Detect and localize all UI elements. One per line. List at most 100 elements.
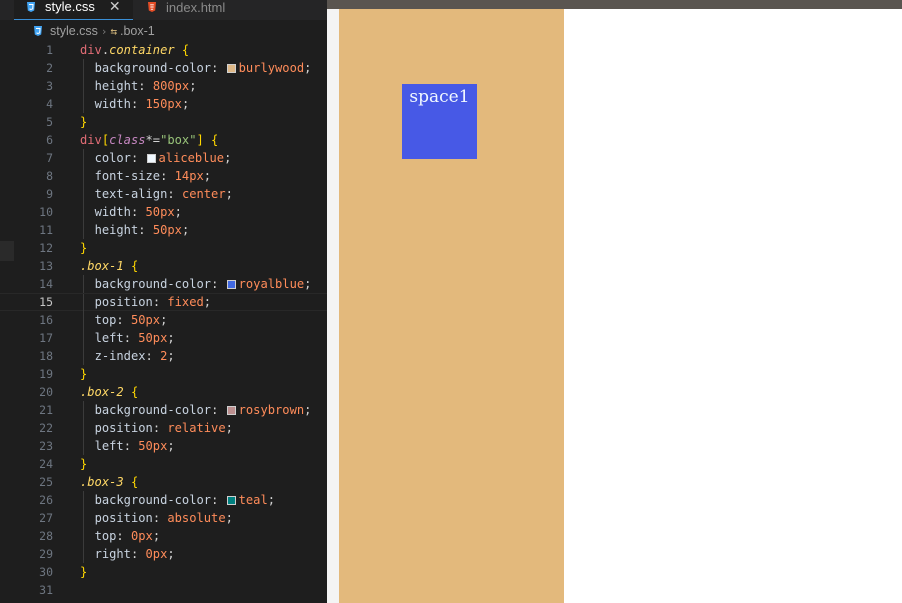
css-property: background-color [94,493,212,507]
code-line[interactable]: 5} [0,113,327,131]
css-property: position [94,295,153,309]
selector-class: .box-2 [80,385,124,399]
code-line[interactable]: 9 text-align: center; [0,185,327,203]
tab-label: style.css [45,0,95,14]
breadcrumb-symbol[interactable]: .box-1 [120,24,155,38]
line-number: 19 [39,367,53,381]
line-number: 7 [46,151,53,165]
page-margin [327,9,339,603]
line-number: 4 [46,97,53,111]
css-value: 0px [130,529,153,543]
code-line[interactable]: 4 width: 150px; [0,95,327,113]
brace: { [123,475,139,489]
code-line[interactable]: 30} [0,563,327,581]
css-value: rosybrown [238,403,305,417]
tab-index-html[interactable]: index.html [140,0,260,20]
color-swatch[interactable] [226,280,236,289]
code-line[interactable]: 31 [0,581,327,599]
brace: } [80,367,88,381]
string: "box" [160,133,197,147]
color-swatch[interactable] [226,406,236,415]
line-number: 18 [39,349,53,363]
code-line[interactable]: 28 top: 0px; [0,527,327,545]
css-value: 800px [152,79,190,93]
code-editor[interactable]: style.css ✕ index.html style.css › ⇆ .bo… [0,0,327,603]
line-number: 8 [46,169,53,183]
color-swatch[interactable] [226,496,236,505]
line-number: 9 [46,187,53,201]
code-line[interactable]: 27 position: absolute; [0,509,327,527]
code-area[interactable]: 1 div.container { 2 background-color: bur… [0,41,327,599]
code-line[interactable]: 14 background-color: royalblue; [0,275,327,293]
css-property: top [94,529,117,543]
code-line[interactable]: 26 background-color: teal; [0,491,327,509]
code-line[interactable]: 29 right: 0px; [0,545,327,563]
code-line[interactable]: 1 div.container { [0,41,327,59]
brace: { [123,385,139,399]
line-number: 11 [39,223,53,237]
css-value: burlywood [238,61,305,75]
css-property: right [94,547,131,561]
line-number: 21 [39,403,53,417]
line-number: 22 [39,421,53,435]
browser-preview[interactable]: space1 [327,0,902,603]
code-line[interactable]: 11 height: 50px; [0,221,327,239]
line-number: 29 [39,547,53,561]
css-property: text-align [94,187,168,201]
close-icon[interactable]: ✕ [109,0,121,15]
tab-label: index.html [166,0,226,15]
color-swatch[interactable] [226,64,236,73]
chevron-right-icon: › [101,24,107,38]
line-number: 26 [39,493,53,507]
line-number: 17 [39,331,53,345]
bracket: ] [196,133,204,147]
code-line[interactable]: 20 .box-2 { [0,383,327,401]
line-number: 13 [39,259,53,273]
selector-class: .box-1 [80,259,124,273]
selector-attribute: class [109,133,146,147]
code-line[interactable]: 8 font-size: 14px; [0,167,327,185]
code-line[interactable]: 23 left: 50px; [0,437,327,455]
code-line[interactable]: 3 height: 800px; [0,77,327,95]
css-value: 50px [145,205,175,219]
css-property: left [94,331,124,345]
line-number: 31 [39,583,53,597]
code-line-current[interactable]: 15 position: fixed; [0,293,327,312]
code-line[interactable]: 16 top: 50px; [0,311,327,329]
line-number: 3 [46,79,53,93]
brace: { [174,43,190,57]
code-line[interactable]: 6 div[class*="box"] { [0,131,327,149]
code-line[interactable]: 24} [0,455,327,473]
color-swatch[interactable] [146,154,156,163]
box-1: space1 [402,84,477,159]
tab-style-css[interactable]: style.css ✕ [14,0,133,20]
brace: } [80,457,88,471]
css-value: center [181,187,226,201]
code-line[interactable]: 18 z-index: 2; [0,347,327,365]
css-value: royalblue [238,277,305,291]
line-number: 1 [46,43,53,57]
code-line[interactable]: 17 left: 50px; [0,329,327,347]
code-line[interactable]: 7 color: aliceblue; [0,149,327,167]
code-line[interactable]: 12} [0,239,327,257]
line-number: 25 [39,475,53,489]
breadcrumb: style.css › ⇆ .box-1 [0,22,327,40]
breadcrumb-file[interactable]: style.css [50,24,98,38]
selector-class: .box-3 [80,475,124,489]
code-line[interactable]: 21 background-color: rosybrown; [0,401,327,419]
selector-tag: div [80,133,102,147]
css-file-icon [27,1,35,12]
code-line[interactable]: 10 width: 50px; [0,203,327,221]
line-number: 20 [39,385,53,399]
code-line[interactable]: 13 .box-1 { [0,257,327,275]
line-number: 16 [39,313,53,327]
line-number: 27 [39,511,53,525]
brace: } [80,565,88,579]
css-property: background-color [94,61,212,75]
code-line[interactable]: 19} [0,365,327,383]
css-value: 14px [174,169,204,183]
line-number: 6 [46,133,53,147]
code-line[interactable]: 2 background-color: burlywood; [0,59,327,77]
code-line[interactable]: 22 position: relative; [0,419,327,437]
code-line[interactable]: 25 .box-3 { [0,473,327,491]
